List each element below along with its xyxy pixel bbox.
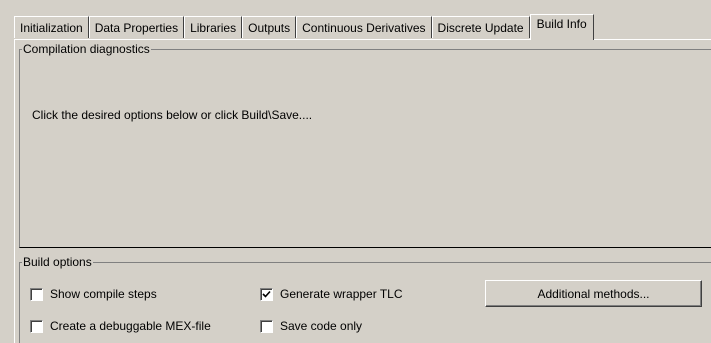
generate-wrapper-tlc-checkbox-box[interactable] — [260, 287, 273, 301]
save-code-only-checkbox-box[interactable] — [260, 319, 273, 333]
create-debuggable-mex-checkbox[interactable]: Create a debuggable MEX-file — [30, 319, 211, 333]
generate-wrapper-tlc-checkbox[interactable]: Generate wrapper TLC — [260, 287, 403, 301]
build-info-dialog: Initialization Data Properties Libraries… — [0, 0, 711, 343]
compilation-diagnostics-group: Compilation diagnostics Click the desire… — [19, 42, 711, 248]
show-compile-steps-checkbox[interactable]: Show compile steps — [30, 287, 157, 301]
tab-build-info[interactable]: Build Info — [529, 14, 594, 40]
diagnostics-message: Click the desired options below or click… — [32, 108, 313, 122]
additional-methods-button[interactable]: Additional methods... — [485, 280, 702, 307]
checkmark-icon — [262, 290, 271, 298]
show-compile-steps-checkbox-box[interactable] — [30, 287, 43, 301]
tab-continuous-derivatives[interactable]: Continuous Derivatives — [296, 16, 432, 38]
tab-outputs[interactable]: Outputs — [242, 16, 297, 38]
tab-initialization[interactable]: Initialization — [14, 16, 89, 38]
tab-strip: Initialization Data Properties Libraries… — [14, 14, 594, 40]
show-compile-steps-label: Show compile steps — [50, 287, 157, 301]
create-debuggable-mex-label: Create a debuggable MEX-file — [50, 319, 211, 333]
generate-wrapper-tlc-label: Generate wrapper TLC — [280, 287, 403, 301]
tab-discrete-update[interactable]: Discrete Update — [431, 16, 530, 38]
build-options-title: Build options — [22, 255, 93, 269]
tab-data-properties[interactable]: Data Properties — [88, 16, 185, 38]
create-debuggable-mex-checkbox-box[interactable] — [30, 319, 43, 333]
tab-libraries[interactable]: Libraries — [184, 16, 243, 38]
build-options-group: Build options Show compile steps Generat… — [19, 255, 711, 343]
build-info-panel: Compilation diagnostics Click the desire… — [14, 39, 711, 343]
compilation-diagnostics-title: Compilation diagnostics — [22, 42, 151, 56]
save-code-only-label: Save code only — [280, 319, 363, 333]
save-code-only-checkbox[interactable]: Save code only — [260, 319, 362, 333]
